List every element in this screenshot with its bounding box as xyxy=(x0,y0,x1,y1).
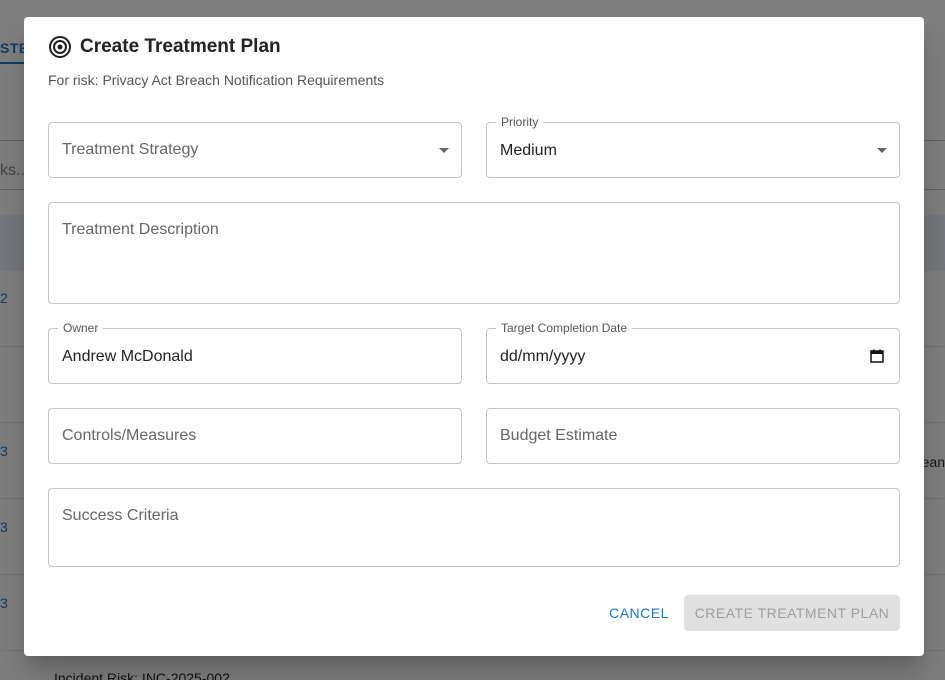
owner-value: Andrew McDonald xyxy=(62,348,193,365)
target-completion-date-label: Target Completion Date xyxy=(496,321,633,335)
priority-select[interactable]: Priority Medium xyxy=(486,115,900,178)
priority-label: Priority xyxy=(496,115,544,129)
target-completion-date-value: dd/mm/yyyy xyxy=(500,348,586,365)
budget-estimate-field[interactable]: Budget Estimate xyxy=(486,408,900,464)
treatment-description-textarea[interactable]: Treatment Description xyxy=(48,202,900,304)
chevron-down-icon xyxy=(877,148,887,153)
cancel-button[interactable]: CANCEL xyxy=(600,595,678,631)
owner-field[interactable]: Owner Andrew McDonald xyxy=(48,321,462,384)
dialog-subtitle: For risk: Privacy Act Breach Notificatio… xyxy=(48,72,385,88)
owner-label: Owner xyxy=(58,321,104,335)
target-completion-date-field[interactable]: Target Completion Date dd/mm/yyyy xyxy=(486,321,900,384)
treatment-strategy-placeholder: Treatment Strategy xyxy=(62,141,199,158)
chevron-down-icon xyxy=(439,148,449,153)
controls-measures-field[interactable]: Controls/Measures xyxy=(48,408,462,464)
calendar-icon[interactable] xyxy=(870,349,884,363)
target-icon xyxy=(49,36,71,58)
success-criteria-textarea[interactable]: Success Criteria xyxy=(48,488,900,567)
controls-measures-placeholder: Controls/Measures xyxy=(62,427,197,444)
success-criteria-placeholder: Success Criteria xyxy=(62,507,179,524)
treatment-strategy-select[interactable]: Treatment Strategy xyxy=(48,122,462,178)
priority-value: Medium xyxy=(500,142,557,159)
dialog-title: Create Treatment Plan xyxy=(48,35,281,59)
budget-estimate-placeholder: Budget Estimate xyxy=(500,427,618,444)
create-treatment-plan-button[interactable]: CREATE TREATMENT PLAN xyxy=(684,595,900,631)
dialog-title-text: Create Treatment Plan xyxy=(80,36,281,57)
treatment-description-placeholder: Treatment Description xyxy=(62,221,219,238)
create-treatment-plan-dialog: Create Treatment Plan For risk: Privacy … xyxy=(24,17,924,656)
